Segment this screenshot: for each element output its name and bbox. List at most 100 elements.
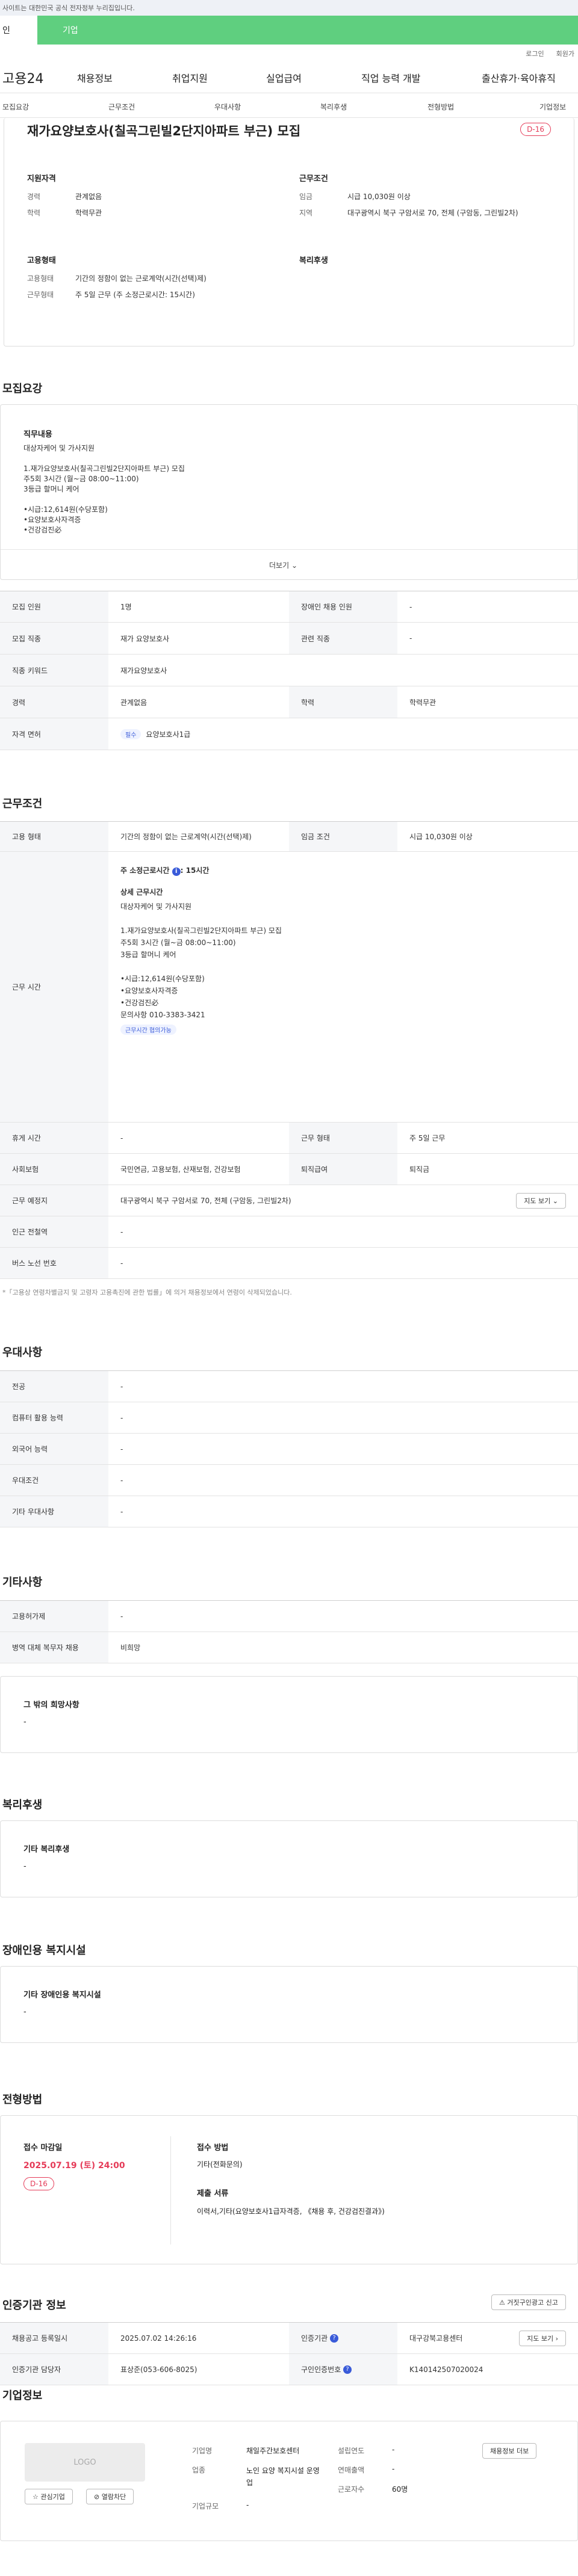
duty-card: 직무내용 대상자케어 및 가사지원 1.재가요양보호사(칠곡그린빌2단지아파트 … — [0, 404, 578, 580]
age-note: *「고용상 연령차별금지 및 고령자 고용촉진에 관한 법률」에 의거 채용정보… — [2, 1289, 292, 1296]
chevron-right-icon: › — [555, 2334, 558, 2343]
work-table: 고용 형태 기간의 정함이 없는 근로계약(시간(선택)제) 임금 조건 시급 … — [0, 821, 578, 1279]
block-company-button[interactable]: ⊘ 열람차단 — [86, 2489, 134, 2504]
signup-link[interactable]: 회원가 — [556, 49, 574, 58]
tab-company[interactable]: 기업 — [37, 16, 578, 45]
detail-line: 주5회 3시간 (월~금 08:00~11:00) — [120, 938, 236, 947]
detail-line: 3등급 할머니 케어 — [120, 951, 176, 959]
detail-line: 문의사항 010-3383-3421 — [120, 1011, 205, 1019]
table-row: 근무 시간 주 소정근로시간 i: 15시간 상세 근무시간 대상자케어 및 가… — [0, 852, 578, 1123]
section-title-disabled: 장애인용 복지시설 — [2, 1944, 86, 1957]
duty-line: 3등급 할머니 케어 — [23, 485, 79, 493]
util-links: 로그인 회원가 — [0, 45, 578, 63]
table-row: 모집 인원 1명 장애인 채용 인원 - — [0, 591, 578, 623]
table-row: 근무 예정지 대구광역시 북구 구암서로 70, 전체 (구암동, 그린빌2차)… — [0, 1185, 578, 1216]
required-badge: 필수 — [120, 729, 141, 739]
selection-card: 접수 마감일 2025.07.19 (토) 24:00 D-16 접수 방법 기… — [0, 2115, 578, 2264]
section-title-welfare: 복리후생 — [2, 1799, 43, 1811]
login-link[interactable]: 로그인 — [526, 49, 544, 58]
tab-recruit[interactable]: 모집요강 — [2, 102, 29, 112]
gnb-unemployment-benefit[interactable]: 실업급여 — [266, 70, 302, 85]
auth-table: 채용공고 등록일시 2025.07.02 14:26:16 인증기관 ? 대구강… — [0, 2322, 578, 2385]
table-row: 외국어 능력 - — [0, 1434, 578, 1465]
gnb-employment-support[interactable]: 취업지원 — [172, 70, 208, 85]
chevron-down-icon: ⌄ — [552, 1197, 558, 1205]
tab-welfare[interactable]: 복리후생 — [320, 102, 347, 112]
section-title-selection: 전형방법 — [2, 2094, 43, 2106]
duty-line — [23, 495, 185, 505]
company-jobs-button[interactable]: 채용정보 더보 — [482, 2443, 537, 2459]
table-row: 자격 면허 필수 요양보호사1급 — [0, 718, 578, 750]
summary-work: 근무조건 임금 시급 10,030원 이상 지역 대구광역시 북구 구암서로 70,… — [299, 174, 518, 217]
divider — [170, 2136, 171, 2245]
detail-hours-text: 대상자케어 및 가사지원 1.재가요양보호사(칠곡그린빌2단지아파트 부근) 모… — [120, 901, 578, 1021]
section-title-company: 기업정보 — [2, 2390, 43, 2402]
duty-line: •요양보호사자격증 — [23, 516, 81, 524]
section-title-recruit: 모집요강 — [2, 383, 43, 395]
table-row: 버스 노선 번호 - — [0, 1248, 578, 1279]
table-row: 채용공고 등록일시 2025.07.02 14:26:16 인증기관 ? 대구강… — [0, 2323, 578, 2354]
table-row: 직종 키워드 재가요양보호사 — [0, 655, 578, 686]
duty-line: 1.재가요양보호사(칠곡그린빌2단지아파트 부근) 모집 — [23, 464, 185, 473]
global-nav: 고용24 채용정보 취업지원 실업급여 직업 능력 개발 출산휴가·육아휴직 — [0, 63, 578, 93]
table-row: 기타 우대사항 - — [0, 1496, 578, 1527]
deadline-date: 2025.07.19 (토) 24:00 — [23, 2161, 125, 2171]
table-row: 경력 관계없음 학력 학력무관 — [0, 686, 578, 718]
summary-qualification: 지원자격 경력 관계없음 학력 학력무관 — [27, 174, 102, 217]
favorite-company-button[interactable]: ☆ 관심기업 — [25, 2489, 73, 2504]
tab-selection[interactable]: 전형방법 — [427, 102, 454, 112]
divider — [1, 549, 577, 550]
info-icon[interactable]: ? — [330, 2334, 338, 2343]
company-card: LOGO ☆ 관심기업 ⊘ 열람차단 기업명 채일주간보호센터 업종 노인 요양… — [0, 2421, 578, 2541]
gnb-parental-leave[interactable]: 출산휴가·육아휴직 — [482, 70, 556, 85]
duty-line — [23, 454, 185, 464]
tab-individual[interactable]: 인 — [0, 16, 37, 45]
disabled-card: 기타 장애인용 복지시설 - — [0, 1966, 578, 2043]
block-icon: ⊘ — [94, 2493, 100, 2501]
table-row: 컴퓨터 활용 능력 - — [0, 1402, 578, 1434]
dday-badge: D-16 — [520, 123, 551, 136]
table-row: 인증기관 담당자 표상준(053-606-8025) 구인인증번호 ? K140… — [0, 2354, 578, 2385]
chevron-down-icon: ⌄ — [291, 561, 298, 570]
map-button[interactable]: 지도 보기 ⌄ — [516, 1192, 566, 1209]
table-row: 고용 형태 기간의 정함이 없는 근로계약(시간(선택)제) 임금 조건 시급 … — [0, 822, 578, 852]
tab-pref[interactable]: 우대사항 — [214, 102, 241, 112]
detail-line: 대상자케어 및 가사지원 — [120, 902, 192, 911]
info-icon[interactable]: i — [172, 867, 181, 876]
table-row: 우대조건 - — [0, 1465, 578, 1496]
detail-line — [120, 913, 578, 925]
alert-icon: ⚠ — [499, 2299, 505, 2306]
duty-line: •건강검진必 — [23, 526, 62, 534]
weekly-hours: 주 소정근로시간 i: 15시간 — [120, 866, 210, 876]
auth-map-button[interactable]: 지도 보기 › — [519, 2330, 566, 2346]
pref-table: 전공 - 컴퓨터 활용 능력 - 외국어 능력 - 우대조건 - 기타 우대사항 - — [0, 1370, 578, 1527]
gov-banner: 사이트는 대한민국 공식 전자정부 누리집입니다. — [0, 0, 578, 16]
welfare-card: 기타 복리후생 - — [0, 1820, 578, 1897]
more-button[interactable]: 더보기 ⌄ — [269, 560, 297, 570]
table-row: 전공 - — [0, 1371, 578, 1402]
other-etc-card: 그 밖의 희망사항 - — [0, 1676, 578, 1753]
dday-badge: D-16 — [23, 2177, 54, 2190]
section-title-pref: 우대사항 — [2, 1346, 43, 1359]
duty-line: •시급:12,614원(수당포함) — [23, 505, 108, 514]
summary-welfare: 복리후생 — [299, 256, 328, 265]
info-icon[interactable]: ? — [343, 2365, 352, 2374]
job-summary-card: 재가요양보호사(칠곡그린빌2단지아파트 부근) 모집 D-16 지원자격 경력 관… — [4, 118, 574, 347]
detail-line — [120, 961, 578, 973]
star-icon: ☆ — [33, 2493, 39, 2501]
table-row: 모집 직종 재가 요양보호사 관련 직종 - — [0, 623, 578, 655]
recruit-table: 모집 인원 1명 장애인 채용 인원 - 모집 직종 재가 요양보호사 관련 직… — [0, 591, 578, 750]
duty-text: 대상자케어 및 가사지원 1.재가요양보호사(칠곡그린빌2단지아파트 부근) 모… — [23, 443, 185, 535]
tab-work[interactable]: 근무조건 — [108, 102, 135, 112]
site-logo[interactable]: 고용24 — [2, 68, 43, 87]
summary-employment: 고용형태 고용형태 기간의 정함이 없는 근로계약(시간(선택)제) 근무형태 주 … — [27, 256, 207, 299]
gnb-job-info[interactable]: 채용정보 — [77, 70, 113, 85]
report-button[interactable]: ⚠ 거짓구인광고 신고 — [491, 2294, 566, 2310]
duty-line: 주5회 3시간 (월~금 08:00~11:00) — [23, 475, 139, 483]
table-row: 휴게 시간 - 근무 형태 주 5일 근무 — [0, 1123, 578, 1154]
gnb-skills[interactable]: 직업 능력 개발 — [361, 70, 421, 85]
table-row: 인근 전철역 - — [0, 1216, 578, 1248]
table-row: 사회보험 국민연금, 고용보험, 산재보험, 건강보험 퇴직급여 퇴직금 — [0, 1154, 578, 1185]
tab-company[interactable]: 기업정보 — [539, 102, 566, 112]
detail-line: 1.재가요양보호사(칠곡그린빌2단지아파트 부근) 모집 — [120, 926, 282, 935]
